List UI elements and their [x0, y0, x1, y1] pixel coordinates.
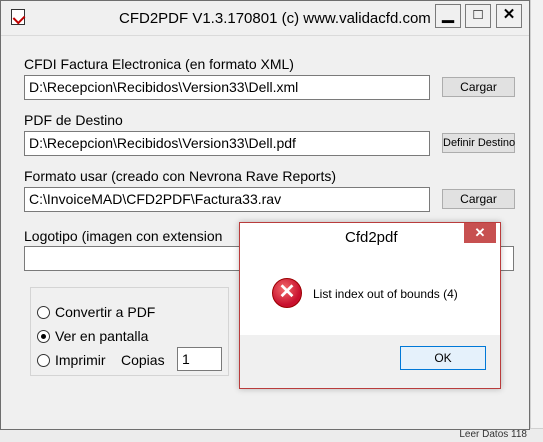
- dialog-title: Cfd2pdf: [345, 229, 398, 246]
- copies-label: Copias: [121, 352, 165, 368]
- load-format-button[interactable]: Cargar: [442, 189, 515, 209]
- print-label: Imprimir: [55, 352, 106, 368]
- copies-input[interactable]: 1: [177, 347, 222, 371]
- print-radio[interactable]: [37, 354, 50, 367]
- background-text: Leer Datos 118: [459, 429, 527, 440]
- convert-pdf-radio[interactable]: [37, 306, 50, 319]
- error-icon: ✕: [272, 278, 302, 308]
- logo-label: Logotipo (imagen con extension: [24, 228, 223, 244]
- minimize-button[interactable]: ▁: [435, 4, 461, 28]
- app-check-icon[interactable]: [11, 9, 25, 25]
- maximize-button[interactable]: □: [465, 4, 491, 28]
- xml-label: CFDI Factura Electronica (en formato XML…: [24, 56, 294, 72]
- load-xml-button[interactable]: Cargar: [442, 77, 515, 97]
- dialog-close-button[interactable]: ✕: [464, 223, 496, 243]
- xml-path-input[interactable]: D:\Recepcion\Recibidos\Version33\Dell.xm…: [24, 75, 430, 100]
- pdf-label: PDF de Destino: [24, 112, 123, 128]
- view-screen-radio[interactable]: [37, 330, 50, 343]
- view-screen-label: Ver en pantalla: [55, 328, 149, 344]
- background-window-edge: [530, 0, 543, 441]
- format-label: Formato usar (creado con Nevrona Rave Re…: [24, 168, 337, 184]
- close-button[interactable]: ✕: [496, 4, 522, 28]
- ok-button[interactable]: OK: [400, 346, 486, 370]
- format-path-input[interactable]: C:\InvoiceMAD\CFD2PDF\Factura33.rav: [24, 187, 430, 212]
- convert-pdf-label: Convertir a PDF: [55, 304, 156, 320]
- title-bar[interactable]: CFD2PDF V1.3.170801 (c) www.validacfd.co…: [1, 1, 529, 36]
- background-mark: [0, 254, 4, 262]
- pdf-path-input[interactable]: D:\Recepcion\Recibidos\Version33\Dell.pd…: [24, 131, 430, 156]
- dialog-message: List index out of bounds (4): [313, 287, 458, 301]
- define-destination-button[interactable]: Definir Destino: [442, 133, 515, 153]
- dialog-title-bar[interactable]: Cfd2pdf ✕: [240, 223, 500, 251]
- window-title: CFD2PDF V1.3.170801 (c) www.validacfd.co…: [119, 10, 431, 27]
